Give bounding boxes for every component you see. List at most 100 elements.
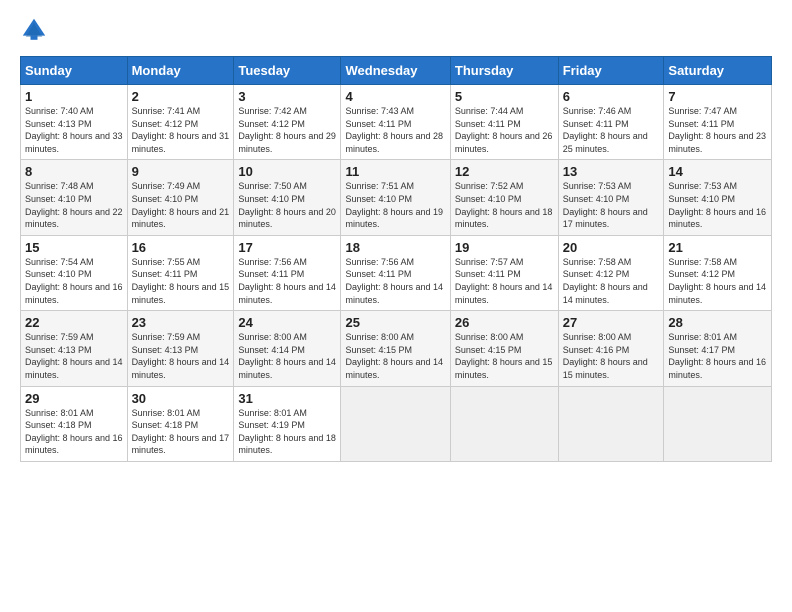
calendar-cell: 29 Sunrise: 8:01 AM Sunset: 4:18 PM Dayl…: [21, 386, 128, 461]
calendar-cell: 13 Sunrise: 7:53 AM Sunset: 4:10 PM Dayl…: [558, 160, 664, 235]
calendar-cell: 21 Sunrise: 7:58 AM Sunset: 4:12 PM Dayl…: [664, 235, 772, 310]
calendar-cell: 7 Sunrise: 7:47 AM Sunset: 4:11 PM Dayli…: [664, 85, 772, 160]
day-number: 17: [238, 240, 336, 255]
calendar-cell: 26 Sunrise: 8:00 AM Sunset: 4:15 PM Dayl…: [450, 311, 558, 386]
calendar-cell: 14 Sunrise: 7:53 AM Sunset: 4:10 PM Dayl…: [664, 160, 772, 235]
weekday-header-sunday: Sunday: [21, 57, 128, 85]
calendar-cell: 3 Sunrise: 7:42 AM Sunset: 4:12 PM Dayli…: [234, 85, 341, 160]
day-number: 14: [668, 164, 767, 179]
weekday-header-saturday: Saturday: [664, 57, 772, 85]
day-info: Sunrise: 7:53 AM Sunset: 4:10 PM Dayligh…: [563, 180, 660, 230]
day-info: Sunrise: 7:54 AM Sunset: 4:10 PM Dayligh…: [25, 256, 123, 306]
day-number: 2: [132, 89, 230, 104]
calendar-cell: [664, 386, 772, 461]
day-info: Sunrise: 7:57 AM Sunset: 4:11 PM Dayligh…: [455, 256, 554, 306]
calendar-cell: 6 Sunrise: 7:46 AM Sunset: 4:11 PM Dayli…: [558, 85, 664, 160]
day-number: 11: [345, 164, 445, 179]
calendar-week-2: 8 Sunrise: 7:48 AM Sunset: 4:10 PM Dayli…: [21, 160, 772, 235]
day-number: 15: [25, 240, 123, 255]
day-info: Sunrise: 7:42 AM Sunset: 4:12 PM Dayligh…: [238, 105, 336, 155]
day-info: Sunrise: 7:43 AM Sunset: 4:11 PM Dayligh…: [345, 105, 445, 155]
calendar-cell: 9 Sunrise: 7:49 AM Sunset: 4:10 PM Dayli…: [127, 160, 234, 235]
day-number: 25: [345, 315, 445, 330]
calendar-cell: 15 Sunrise: 7:54 AM Sunset: 4:10 PM Dayl…: [21, 235, 128, 310]
calendar-week-3: 15 Sunrise: 7:54 AM Sunset: 4:10 PM Dayl…: [21, 235, 772, 310]
calendar-cell: 22 Sunrise: 7:59 AM Sunset: 4:13 PM Dayl…: [21, 311, 128, 386]
calendar-cell: 20 Sunrise: 7:58 AM Sunset: 4:12 PM Dayl…: [558, 235, 664, 310]
calendar-week-1: 1 Sunrise: 7:40 AM Sunset: 4:13 PM Dayli…: [21, 85, 772, 160]
day-info: Sunrise: 7:51 AM Sunset: 4:10 PM Dayligh…: [345, 180, 445, 230]
calendar-cell: [341, 386, 450, 461]
calendar-header: SundayMondayTuesdayWednesdayThursdayFrid…: [21, 57, 772, 85]
calendar-cell: [450, 386, 558, 461]
weekday-row: SundayMondayTuesdayWednesdayThursdayFrid…: [21, 57, 772, 85]
weekday-header-wednesday: Wednesday: [341, 57, 450, 85]
day-info: Sunrise: 7:53 AM Sunset: 4:10 PM Dayligh…: [668, 180, 767, 230]
day-number: 4: [345, 89, 445, 104]
day-info: Sunrise: 7:47 AM Sunset: 4:11 PM Dayligh…: [668, 105, 767, 155]
weekday-header-monday: Monday: [127, 57, 234, 85]
day-number: 31: [238, 391, 336, 406]
day-info: Sunrise: 7:59 AM Sunset: 4:13 PM Dayligh…: [132, 331, 230, 381]
calendar-table: SundayMondayTuesdayWednesdayThursdayFrid…: [20, 56, 772, 462]
day-info: Sunrise: 7:46 AM Sunset: 4:11 PM Dayligh…: [563, 105, 660, 155]
calendar-cell: 31 Sunrise: 8:01 AM Sunset: 4:19 PM Dayl…: [234, 386, 341, 461]
day-number: 19: [455, 240, 554, 255]
day-info: Sunrise: 8:00 AM Sunset: 4:15 PM Dayligh…: [345, 331, 445, 381]
day-number: 7: [668, 89, 767, 104]
logo-icon: [20, 16, 48, 44]
calendar-cell: 19 Sunrise: 7:57 AM Sunset: 4:11 PM Dayl…: [450, 235, 558, 310]
day-info: Sunrise: 8:01 AM Sunset: 4:18 PM Dayligh…: [25, 407, 123, 457]
day-number: 5: [455, 89, 554, 104]
calendar-cell: 12 Sunrise: 7:52 AM Sunset: 4:10 PM Dayl…: [450, 160, 558, 235]
day-number: 29: [25, 391, 123, 406]
day-number: 16: [132, 240, 230, 255]
day-info: Sunrise: 7:44 AM Sunset: 4:11 PM Dayligh…: [455, 105, 554, 155]
calendar-cell: 8 Sunrise: 7:48 AM Sunset: 4:10 PM Dayli…: [21, 160, 128, 235]
day-info: Sunrise: 7:59 AM Sunset: 4:13 PM Dayligh…: [25, 331, 123, 381]
day-info: Sunrise: 7:58 AM Sunset: 4:12 PM Dayligh…: [668, 256, 767, 306]
weekday-header-tuesday: Tuesday: [234, 57, 341, 85]
calendar-cell: 28 Sunrise: 8:01 AM Sunset: 4:17 PM Dayl…: [664, 311, 772, 386]
day-info: Sunrise: 7:58 AM Sunset: 4:12 PM Dayligh…: [563, 256, 660, 306]
calendar-cell: 16 Sunrise: 7:55 AM Sunset: 4:11 PM Dayl…: [127, 235, 234, 310]
logo: [20, 16, 50, 44]
day-number: 30: [132, 391, 230, 406]
calendar-cell: 4 Sunrise: 7:43 AM Sunset: 4:11 PM Dayli…: [341, 85, 450, 160]
day-info: Sunrise: 7:55 AM Sunset: 4:11 PM Dayligh…: [132, 256, 230, 306]
calendar-cell: 27 Sunrise: 8:00 AM Sunset: 4:16 PM Dayl…: [558, 311, 664, 386]
calendar-body: 1 Sunrise: 7:40 AM Sunset: 4:13 PM Dayli…: [21, 85, 772, 462]
calendar-cell: 18 Sunrise: 7:56 AM Sunset: 4:11 PM Dayl…: [341, 235, 450, 310]
day-info: Sunrise: 7:48 AM Sunset: 4:10 PM Dayligh…: [25, 180, 123, 230]
weekday-header-thursday: Thursday: [450, 57, 558, 85]
calendar-cell: 25 Sunrise: 8:00 AM Sunset: 4:15 PM Dayl…: [341, 311, 450, 386]
day-number: 1: [25, 89, 123, 104]
calendar-cell: [558, 386, 664, 461]
calendar-cell: 30 Sunrise: 8:01 AM Sunset: 4:18 PM Dayl…: [127, 386, 234, 461]
day-info: Sunrise: 7:40 AM Sunset: 4:13 PM Dayligh…: [25, 105, 123, 155]
day-info: Sunrise: 7:41 AM Sunset: 4:12 PM Dayligh…: [132, 105, 230, 155]
day-info: Sunrise: 8:01 AM Sunset: 4:19 PM Dayligh…: [238, 407, 336, 457]
day-number: 26: [455, 315, 554, 330]
day-info: Sunrise: 8:00 AM Sunset: 4:14 PM Dayligh…: [238, 331, 336, 381]
day-number: 21: [668, 240, 767, 255]
day-info: Sunrise: 8:00 AM Sunset: 4:15 PM Dayligh…: [455, 331, 554, 381]
day-number: 23: [132, 315, 230, 330]
day-number: 10: [238, 164, 336, 179]
page: SundayMondayTuesdayWednesdayThursdayFrid…: [0, 0, 792, 612]
calendar-cell: 17 Sunrise: 7:56 AM Sunset: 4:11 PM Dayl…: [234, 235, 341, 310]
calendar-cell: 24 Sunrise: 8:00 AM Sunset: 4:14 PM Dayl…: [234, 311, 341, 386]
day-info: Sunrise: 7:56 AM Sunset: 4:11 PM Dayligh…: [345, 256, 445, 306]
day-info: Sunrise: 7:52 AM Sunset: 4:10 PM Dayligh…: [455, 180, 554, 230]
day-number: 22: [25, 315, 123, 330]
calendar-week-5: 29 Sunrise: 8:01 AM Sunset: 4:18 PM Dayl…: [21, 386, 772, 461]
calendar-cell: 10 Sunrise: 7:50 AM Sunset: 4:10 PM Dayl…: [234, 160, 341, 235]
day-info: Sunrise: 7:50 AM Sunset: 4:10 PM Dayligh…: [238, 180, 336, 230]
day-number: 3: [238, 89, 336, 104]
calendar-cell: 5 Sunrise: 7:44 AM Sunset: 4:11 PM Dayli…: [450, 85, 558, 160]
day-number: 24: [238, 315, 336, 330]
weekday-header-friday: Friday: [558, 57, 664, 85]
calendar-cell: 1 Sunrise: 7:40 AM Sunset: 4:13 PM Dayli…: [21, 85, 128, 160]
day-number: 28: [668, 315, 767, 330]
calendar-cell: 11 Sunrise: 7:51 AM Sunset: 4:10 PM Dayl…: [341, 160, 450, 235]
